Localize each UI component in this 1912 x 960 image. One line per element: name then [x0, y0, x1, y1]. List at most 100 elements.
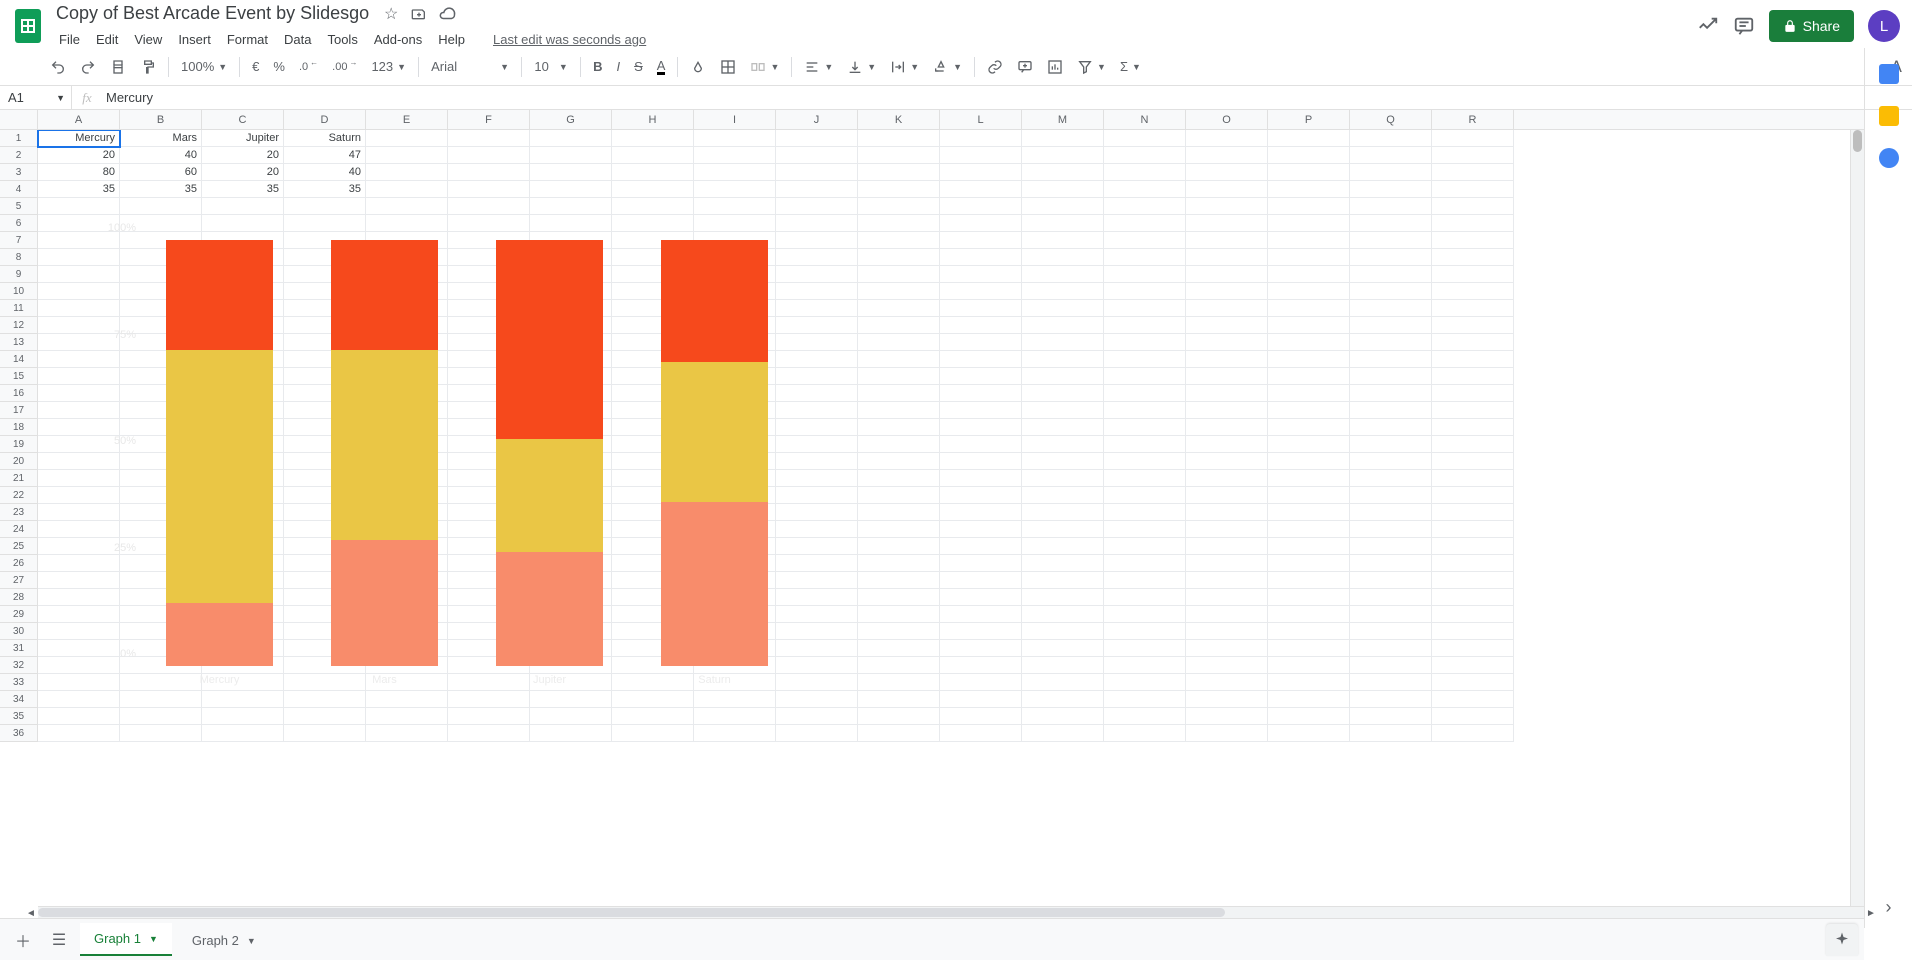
cell[interactable] — [120, 521, 202, 538]
cell[interactable] — [694, 419, 776, 436]
cell[interactable] — [1104, 555, 1186, 572]
cell[interactable] — [1350, 504, 1432, 521]
cell[interactable] — [120, 572, 202, 589]
cell[interactable] — [1432, 708, 1514, 725]
comments-icon[interactable] — [1733, 15, 1755, 37]
cell[interactable] — [120, 419, 202, 436]
cell[interactable] — [1432, 657, 1514, 674]
cell[interactable] — [694, 606, 776, 623]
cell[interactable] — [1104, 470, 1186, 487]
cell[interactable] — [1186, 198, 1268, 215]
cell[interactable] — [1186, 215, 1268, 232]
cell[interactable] — [940, 487, 1022, 504]
cell[interactable] — [448, 317, 530, 334]
cell[interactable] — [1186, 130, 1268, 147]
cell[interactable] — [448, 147, 530, 164]
cell[interactable] — [284, 334, 366, 351]
cell[interactable] — [1186, 147, 1268, 164]
cell[interactable] — [1186, 385, 1268, 402]
cell[interactable] — [120, 589, 202, 606]
cell[interactable] — [1268, 317, 1350, 334]
cell[interactable] — [530, 198, 612, 215]
cell[interactable] — [612, 198, 694, 215]
cell[interactable] — [1104, 147, 1186, 164]
cell[interactable] — [530, 725, 612, 742]
increase-decimal-button[interactable]: .00→ — [326, 57, 363, 77]
cell[interactable] — [530, 300, 612, 317]
cell[interactable] — [776, 487, 858, 504]
sheet-tab-graph-2[interactable]: Graph 2▼ — [178, 923, 270, 956]
cell[interactable] — [38, 385, 120, 402]
cell[interactable] — [612, 283, 694, 300]
cell[interactable] — [366, 606, 448, 623]
calendar-icon[interactable] — [1879, 64, 1899, 84]
cell[interactable] — [1022, 385, 1104, 402]
cell[interactable] — [38, 436, 120, 453]
cell[interactable] — [1432, 453, 1514, 470]
cell[interactable] — [1350, 266, 1432, 283]
cell[interactable] — [366, 317, 448, 334]
cell[interactable] — [1022, 657, 1104, 674]
cell[interactable]: 60 — [120, 164, 202, 181]
cell[interactable] — [530, 419, 612, 436]
cell[interactable] — [1186, 521, 1268, 538]
cell[interactable] — [776, 198, 858, 215]
cell[interactable] — [1268, 164, 1350, 181]
cell[interactable] — [1104, 385, 1186, 402]
cell[interactable] — [858, 708, 940, 725]
cell[interactable] — [940, 385, 1022, 402]
cell[interactable] — [284, 198, 366, 215]
cell[interactable] — [1268, 470, 1350, 487]
cell[interactable] — [694, 538, 776, 555]
cell[interactable] — [1186, 470, 1268, 487]
cell[interactable] — [858, 198, 940, 215]
cell[interactable] — [694, 708, 776, 725]
borders-button[interactable] — [714, 55, 742, 79]
cell[interactable] — [776, 181, 858, 198]
cell[interactable] — [366, 538, 448, 555]
italic-button[interactable]: I — [610, 55, 626, 78]
cell[interactable] — [1432, 504, 1514, 521]
zoom-dropdown[interactable]: 100%▼ — [175, 55, 233, 78]
cell[interactable] — [612, 266, 694, 283]
cell[interactable] — [1432, 232, 1514, 249]
cell[interactable] — [1432, 436, 1514, 453]
cell[interactable] — [530, 674, 612, 691]
cell[interactable] — [858, 555, 940, 572]
cell[interactable] — [1432, 674, 1514, 691]
cell[interactable] — [448, 198, 530, 215]
cell[interactable] — [858, 419, 940, 436]
cell[interactable] — [530, 266, 612, 283]
cell[interactable] — [776, 657, 858, 674]
cell[interactable] — [1268, 521, 1350, 538]
column-header[interactable]: A — [38, 110, 120, 129]
cell[interactable] — [366, 232, 448, 249]
cell[interactable] — [120, 266, 202, 283]
cell[interactable] — [940, 470, 1022, 487]
cell[interactable] — [38, 283, 120, 300]
cell[interactable] — [940, 572, 1022, 589]
cell[interactable] — [284, 436, 366, 453]
cell[interactable] — [1432, 725, 1514, 742]
cell[interactable] — [202, 504, 284, 521]
column-header[interactable]: Q — [1350, 110, 1432, 129]
cell[interactable] — [940, 640, 1022, 657]
cell[interactable] — [1186, 674, 1268, 691]
cell[interactable] — [1104, 283, 1186, 300]
cell[interactable] — [1186, 725, 1268, 742]
cell[interactable] — [530, 487, 612, 504]
cell[interactable] — [38, 470, 120, 487]
cell[interactable] — [202, 521, 284, 538]
cell[interactable] — [776, 589, 858, 606]
cell[interactable] — [366, 130, 448, 147]
cell[interactable] — [284, 521, 366, 538]
cell[interactable] — [776, 691, 858, 708]
cell[interactable]: Saturn — [284, 130, 366, 147]
cell[interactable] — [38, 708, 120, 725]
cell[interactable] — [694, 555, 776, 572]
cell[interactable] — [776, 385, 858, 402]
cell[interactable] — [1432, 623, 1514, 640]
cell[interactable] — [120, 623, 202, 640]
cell[interactable] — [448, 181, 530, 198]
cell[interactable] — [1432, 164, 1514, 181]
